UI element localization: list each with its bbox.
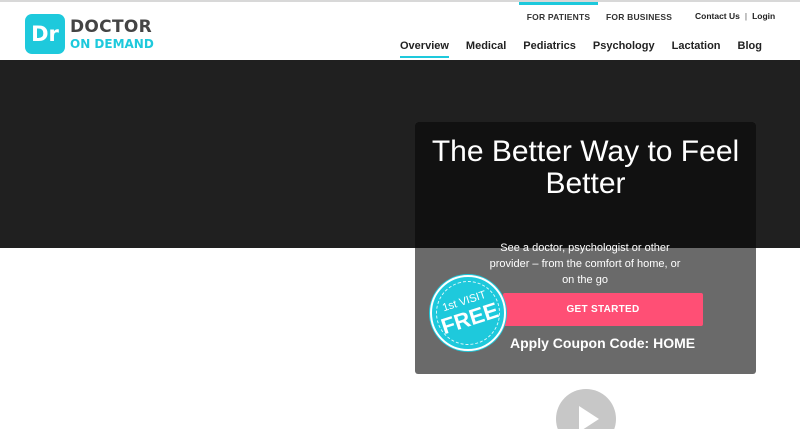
nav-psychology[interactable]: Psychology — [593, 40, 655, 58]
nav-medical[interactable]: Medical — [466, 40, 506, 58]
nav-overview[interactable]: Overview — [400, 40, 449, 58]
nav-blog[interactable]: Blog — [738, 40, 762, 58]
main-nav: Overview Medical Pediatrics Psychology L… — [400, 40, 762, 58]
tab-for-patients[interactable]: FOR PATIENTS — [519, 2, 598, 24]
get-started-button[interactable]: GET STARTED — [503, 293, 703, 326]
logo-line-1: DOCTOR — [70, 16, 152, 37]
first-visit-free-badge: 1st VISIT FREE — [427, 272, 509, 354]
account-links: Contact Us | Login — [695, 11, 775, 21]
nav-lactation[interactable]: Lactation — [672, 40, 721, 58]
nav-pediatrics[interactable]: Pediatrics — [523, 40, 576, 58]
logo-line-2: ON DEMAND — [70, 36, 154, 51]
hero-subtitle: See a doctor, psychologist or other prov… — [489, 242, 681, 286]
logo[interactable]: Dr DOCTOR ON DEMAND — [25, 14, 154, 54]
audience-tabs: FOR PATIENTS FOR BUSINESS — [519, 2, 672, 24]
link-separator: | — [744, 11, 748, 21]
coupon-text: Apply Coupon Code: HOME — [510, 335, 696, 351]
hero-title: The Better Way to Feel Better — [431, 135, 740, 200]
login-link[interactable]: Login — [752, 11, 775, 21]
logo-mark: Dr — [25, 14, 65, 54]
contact-us-link[interactable]: Contact Us — [695, 11, 740, 21]
video-play-button[interactable] — [556, 389, 616, 429]
play-icon — [579, 406, 599, 429]
tab-for-business[interactable]: FOR BUSINESS — [606, 2, 672, 24]
site-header: Dr DOCTOR ON DEMAND FOR PATIENTS FOR BUS… — [0, 0, 800, 60]
logo-wordmark: DOCTOR ON DEMAND — [70, 16, 154, 51]
